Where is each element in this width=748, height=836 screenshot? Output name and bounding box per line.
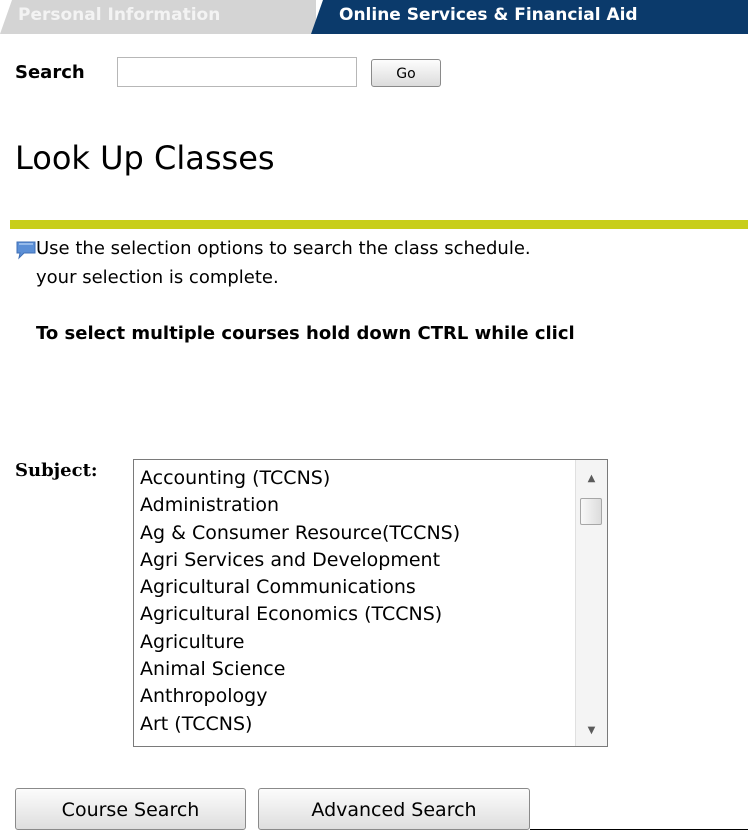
page-title: Look Up Classes <box>15 139 275 177</box>
subject-scrollbar[interactable]: ▲ ▼ <box>575 460 607 746</box>
go-button[interactable]: Go <box>371 59 441 87</box>
tab-personal-information[interactable]: Personal Information <box>0 0 316 34</box>
scroll-down-arrow-icon[interactable]: ▼ <box>576 718 607 744</box>
title-divider <box>10 220 748 229</box>
tab-bar: Personal Information Online Services & F… <box>0 0 748 34</box>
info-speech-bubble-icon <box>16 241 36 260</box>
page: Personal Information Online Services & F… <box>0 0 748 836</box>
scroll-up-arrow-icon[interactable]: ▲ <box>576 466 607 492</box>
subject-option[interactable]: Art (TCCNS) <box>140 711 460 738</box>
search-input[interactable] <box>117 57 357 87</box>
subject-option[interactable]: Agricultural Communications <box>140 574 460 601</box>
subject-option[interactable]: Accounting (TCCNS) <box>140 465 460 492</box>
info-text-line2: your selection is complete. <box>36 267 279 288</box>
subject-option[interactable]: Agricultural Economics (TCCNS) <box>140 601 460 628</box>
subject-option[interactable]: Anthropology <box>140 683 460 710</box>
tab-online-services-financial-aid[interactable]: Online Services & Financial Aid <box>311 0 748 34</box>
subject-options: Accounting (TCCNS) Administration Ag & C… <box>140 465 460 738</box>
scroll-thumb[interactable] <box>580 498 602 525</box>
subject-option[interactable]: Administration <box>140 492 460 519</box>
subject-select[interactable]: Accounting (TCCNS) Administration Ag & C… <box>133 459 608 747</box>
subject-option[interactable]: Ag & Consumer Resource(TCCNS) <box>140 520 460 547</box>
subject-label: Subject: <box>15 460 98 481</box>
subject-option[interactable]: Agri Services and Development <box>140 547 460 574</box>
info-text-line1: Use the selection options to search the … <box>36 238 531 259</box>
bottom-divider <box>530 829 748 830</box>
multi-select-note: To select multiple courses hold down CTR… <box>36 323 575 344</box>
course-search-button[interactable]: Course Search <box>15 788 246 830</box>
subject-option[interactable]: Agriculture <box>140 629 460 656</box>
advanced-search-button[interactable]: Advanced Search <box>258 788 530 830</box>
subject-option[interactable]: Animal Science <box>140 656 460 683</box>
search-label: Search <box>15 62 85 83</box>
